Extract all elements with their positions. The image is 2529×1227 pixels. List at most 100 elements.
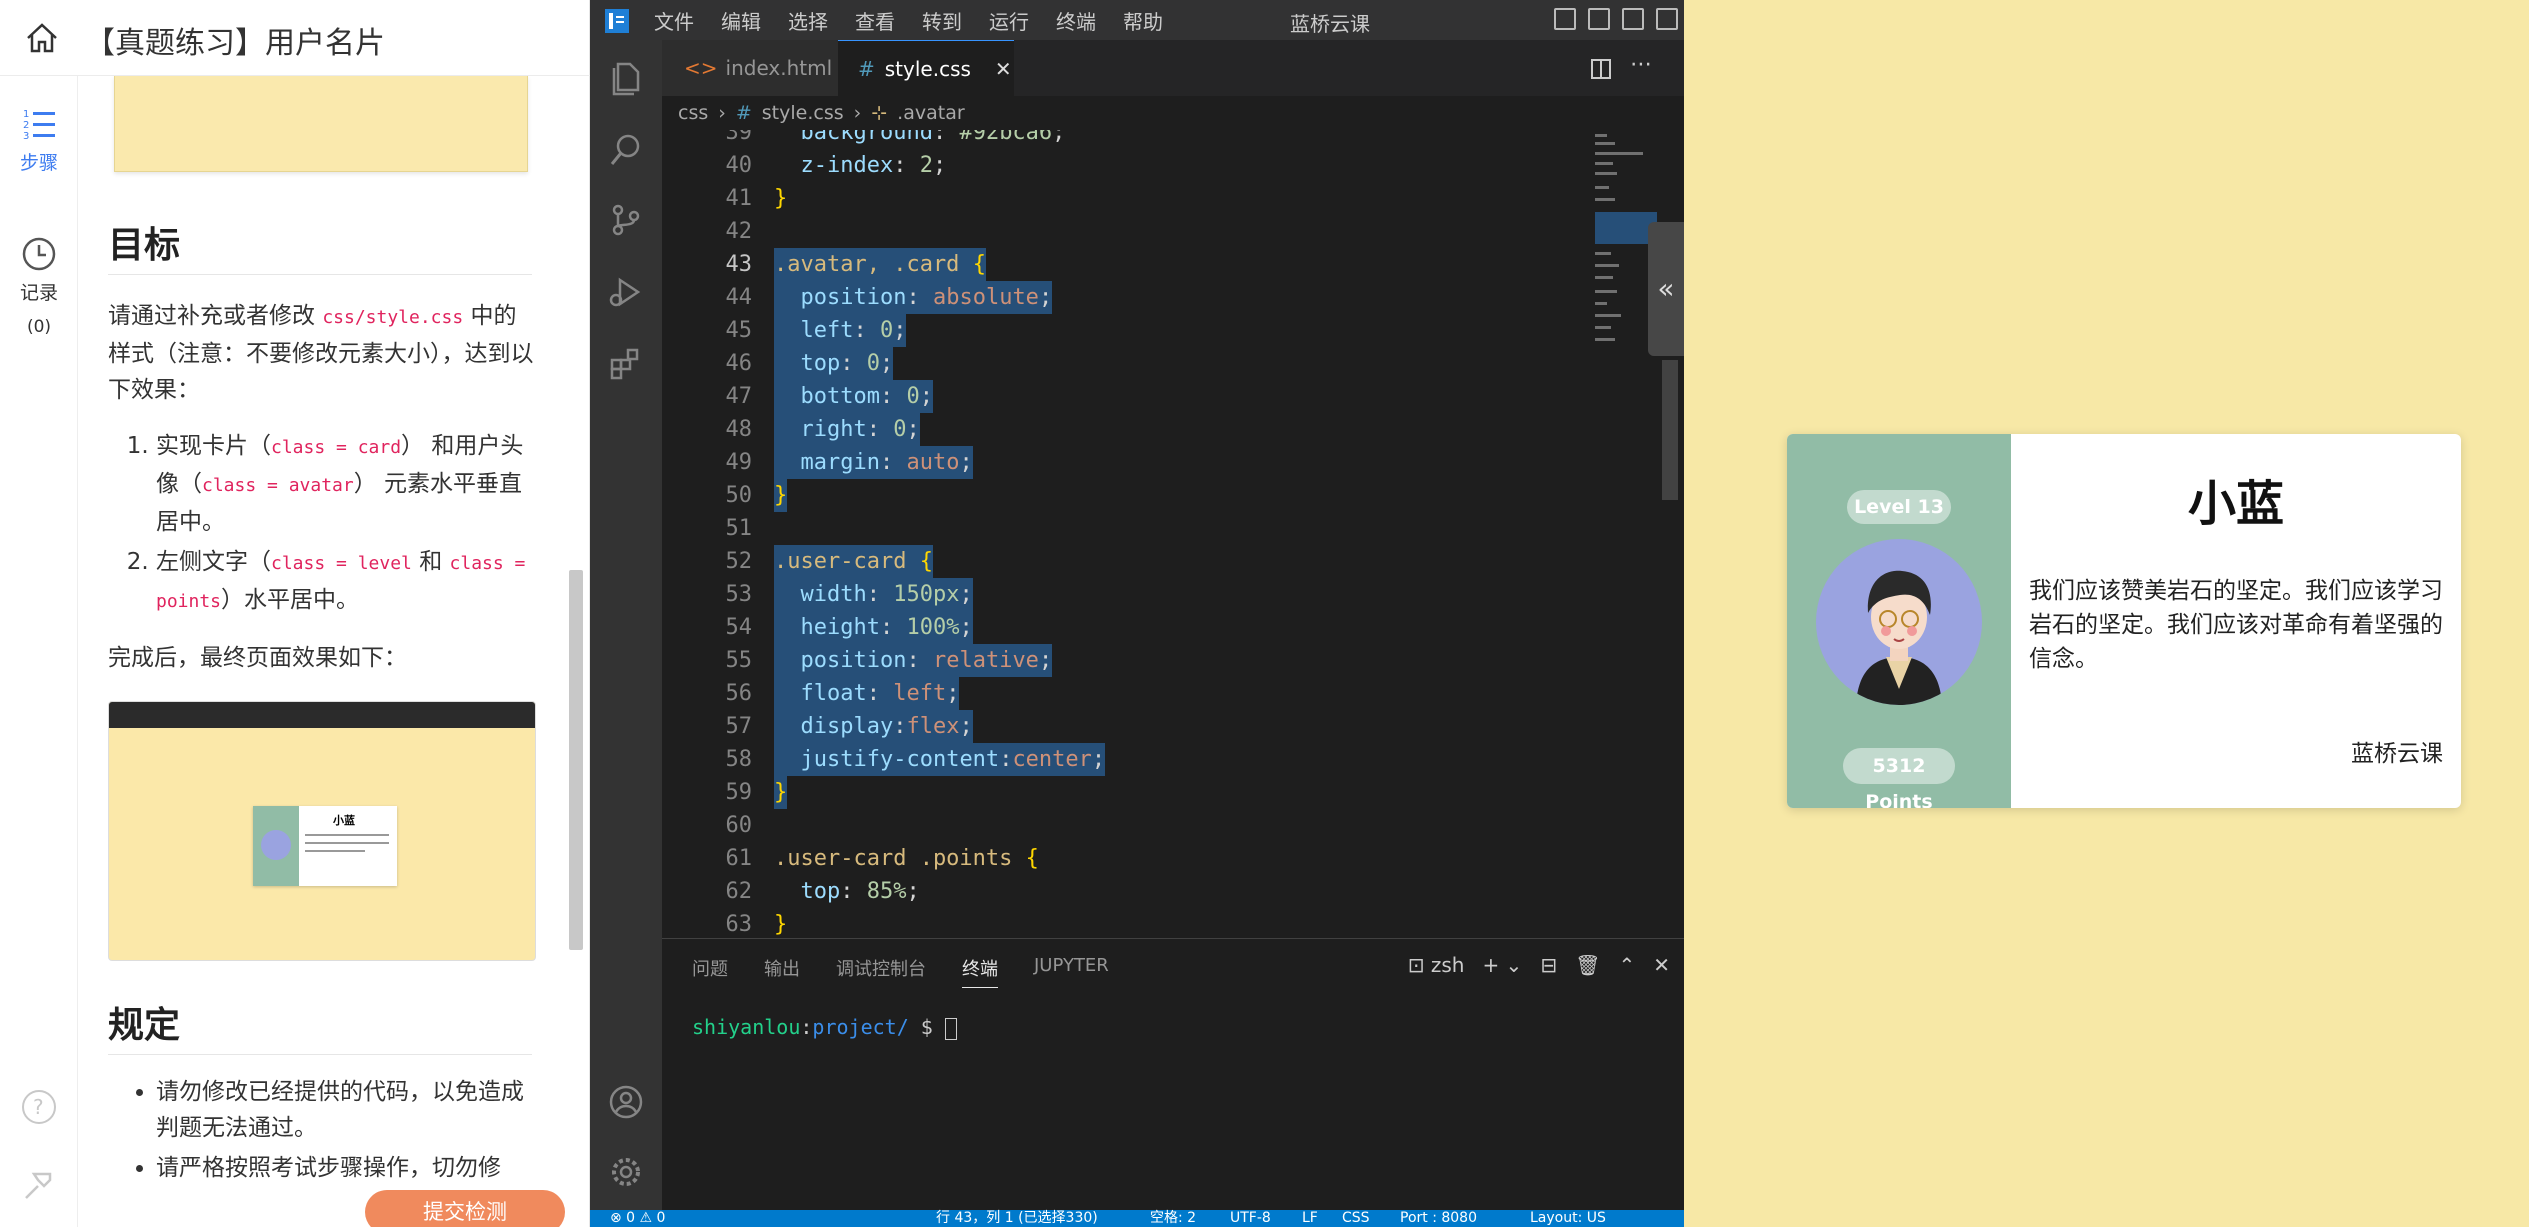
tab-style-css[interactable]: # style.css ✕ <box>838 40 1014 96</box>
menu-item[interactable]: 编辑 <box>721 6 761 35</box>
minimap-line <box>1595 142 1615 145</box>
minimap-line <box>1595 264 1619 267</box>
explorer-icon[interactable] <box>608 60 644 96</box>
code-line: 46 top: 0; <box>662 347 1662 380</box>
shell-label: zsh <box>1430 953 1465 977</box>
menu-item[interactable]: 查看 <box>855 6 895 35</box>
customize-layout-icon[interactable] <box>1656 8 1678 30</box>
panel-tab[interactable]: 终端 <box>962 955 998 988</box>
title-bar: 文件 编辑 选择 查看 转到 运行 终端 帮助 蓝桥云课 <box>590 0 1684 40</box>
close-icon[interactable]: ✕ <box>995 57 1012 81</box>
preview-browser-bar <box>109 702 535 728</box>
menu-item[interactable]: 终端 <box>1056 6 1096 35</box>
goal-list: 实现卡片（class = card） 和用户头像（class = avatar）… <box>108 428 538 624</box>
intro-text-a: 请通过补充或者修改 <box>108 303 323 329</box>
status-port[interactable]: Port : 8080 <box>1400 1210 1477 1227</box>
status-language[interactable]: CSS <box>1342 1210 1370 1227</box>
minimap-line <box>1595 302 1607 305</box>
trash-icon[interactable]: 🗑 <box>1575 953 1600 977</box>
status-keyboard-layout[interactable]: Layout: US <box>1530 1210 1606 1227</box>
instructions-scrollbar[interactable] <box>566 80 586 1180</box>
panel-tab[interactable]: JUPYTER <box>1034 955 1109 988</box>
avatar <box>1816 539 1982 705</box>
search-icon[interactable] <box>608 132 644 168</box>
menu-item[interactable]: 选择 <box>788 6 828 35</box>
rail-records[interactable]: 记录 (0) <box>0 236 78 337</box>
line-text: } <box>774 776 788 809</box>
html-icon: <> <box>684 56 718 80</box>
minimap-line <box>1595 198 1615 201</box>
points-badge: 5312 Points <box>1843 748 1955 808</box>
help-icon[interactable]: ? <box>20 1088 58 1126</box>
code-line: 45 left: 0; <box>662 314 1662 347</box>
menu-item[interactable]: 帮助 <box>1123 6 1163 35</box>
close-panel-icon[interactable]: ✕ <box>1653 953 1670 977</box>
breadcrumb-file[interactable]: style.css <box>762 102 844 124</box>
menu-item[interactable]: 文件 <box>654 6 694 35</box>
line-number: 51 <box>725 516 753 541</box>
split-editor-icon[interactable] <box>1590 58 1612 80</box>
rail-steps[interactable]: 1 2 3 步骤 <box>0 106 78 175</box>
line-number: 52 <box>725 549 753 574</box>
line-number: 43 <box>725 252 753 277</box>
panel-tab[interactable]: 调试控制台 <box>836 955 926 988</box>
run-debug-icon[interactable] <box>608 274 644 310</box>
line-text: justify-content:center; <box>774 743 1106 776</box>
css-icon: # <box>735 102 752 124</box>
side-rail: 1 2 3 步骤 记录 (0) ? <box>0 76 78 1227</box>
prompt-user: shiyanlou <box>692 1015 801 1039</box>
line-text: background: #92bca6; <box>800 130 1066 145</box>
preview-mini-name: 小蓝 <box>333 814 355 827</box>
status-eol[interactable]: LF <box>1302 1210 1318 1227</box>
terminal-shell-icon[interactable]: ⊡ zsh <box>1408 953 1465 977</box>
code-line: 50} <box>662 479 1662 512</box>
editor-tabs: <> index.html # style.css ✕ ⋯ <box>662 40 1684 96</box>
split-terminal-icon[interactable]: ⊟ <box>1540 953 1557 977</box>
line-number: 50 <box>725 483 753 508</box>
tool-icon[interactable] <box>20 1166 58 1204</box>
collapse-handle-icon[interactable]: « <box>1648 222 1684 356</box>
breadcrumb-folder[interactable]: css <box>678 102 708 124</box>
panel-tab[interactable]: 问题 <box>692 955 728 988</box>
user-card: Level 13 5312 Points 小蓝 我们应该赞美岩石的坚定。我们应该… <box>1787 434 2461 808</box>
status-cursor-position[interactable]: 行 43，列 1 (已选择330) <box>936 1210 1098 1227</box>
code-line: 63} <box>662 908 1662 938</box>
status-bar: ⊗ 0 ⚠ 0 行 43，列 1 (已选择330) 空格: 2 UTF-8 LF… <box>590 1210 1684 1227</box>
maximize-panel-icon[interactable]: ⌃ <box>1618 953 1635 977</box>
menu-bar: 文件 编辑 选择 查看 转到 运行 终端 帮助 <box>654 0 1190 40</box>
toggle-sidebar-icon[interactable] <box>1554 8 1576 30</box>
code-editor[interactable]: 39 background: #92bca6; 40 z-index: 2; 41}… <box>662 130 1684 938</box>
line-number: 53 <box>725 582 753 607</box>
menu-item[interactable]: 运行 <box>989 6 1029 35</box>
more-actions-icon[interactable]: ⋯ <box>1630 52 1652 77</box>
item2-text-c: ）水平居中。 <box>221 587 360 613</box>
toggle-secondary-sidebar-icon[interactable] <box>1622 8 1644 30</box>
panel-tab[interactable]: 输出 <box>764 955 800 988</box>
status-encoding[interactable]: UTF-8 <box>1230 1210 1271 1227</box>
account-icon[interactable] <box>608 1084 644 1120</box>
status-problems[interactable]: ⊗ 0 ⚠ 0 <box>610 1210 665 1227</box>
terminal-prompt[interactable]: shiyanlou:project/ $ <box>692 1015 957 1040</box>
add-terminal-icon[interactable]: + ⌄ <box>1482 953 1522 977</box>
scrollbar-thumb[interactable] <box>569 570 583 950</box>
item1-code-avatar: class = avatar <box>202 475 354 496</box>
gear-icon[interactable] <box>608 1154 644 1190</box>
line-number: 56 <box>725 681 753 706</box>
line-number: 46 <box>725 351 753 376</box>
toggle-panel-icon[interactable] <box>1588 8 1610 30</box>
tab-index-html[interactable]: <> index.html <box>662 40 838 96</box>
status-indentation[interactable]: 空格: 2 <box>1150 1210 1196 1227</box>
submit-button[interactable]: 提交检测 <box>365 1190 565 1227</box>
item2-text-b: 和 <box>411 549 450 575</box>
menu-item[interactable]: 转到 <box>922 6 962 35</box>
rule-item-2: 请严格按照考试步骤操作，切勿修 <box>156 1150 538 1186</box>
rail-steps-label: 步骤 <box>19 152 58 174</box>
home-icon[interactable] <box>24 20 60 56</box>
extensions-icon[interactable] <box>608 346 644 382</box>
code-line: 40 z-index: 2; <box>662 149 1662 182</box>
source-control-icon[interactable] <box>608 202 644 238</box>
code-line: 48 right: 0; <box>662 413 1662 446</box>
line-text: } <box>774 186 788 211</box>
breadcrumb-symbol[interactable]: .avatar <box>897 102 964 124</box>
editor-scrollbar-thumb[interactable] <box>1662 360 1678 500</box>
